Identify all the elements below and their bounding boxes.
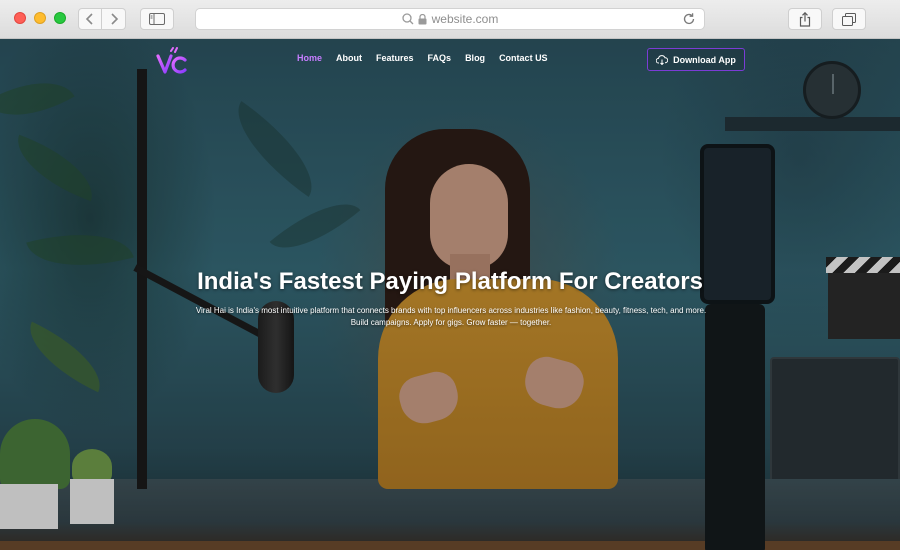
nav-item-home[interactable]: Home: [297, 53, 322, 63]
close-window-button[interactable]: [14, 12, 26, 24]
zoom-window-button[interactable]: [54, 12, 66, 24]
hero-title: India's Fastest Paying Platform For Crea…: [197, 268, 703, 295]
hero-subtitle: Viral Hai is India's most intuitive plat…: [195, 306, 707, 327]
site-logo[interactable]: [155, 47, 189, 77]
share-icon: [799, 11, 811, 27]
back-button[interactable]: [78, 8, 102, 30]
nav-item-blog[interactable]: Blog: [465, 53, 485, 63]
tabs-icon: [842, 12, 856, 26]
download-app-label: Download App: [673, 54, 736, 65]
main-nav: Home About Features FAQs Blog Contact US: [297, 53, 562, 63]
hero-section: Home About Features FAQs Blog Contact US…: [0, 39, 900, 550]
reload-icon[interactable]: [682, 12, 696, 26]
forward-button[interactable]: [102, 8, 126, 30]
sidebar-icon: [149, 13, 165, 25]
nav-item-contact[interactable]: Contact US: [499, 53, 548, 63]
download-app-button[interactable]: Download App: [647, 48, 745, 71]
share-button[interactable]: [788, 8, 822, 30]
nav-item-about[interactable]: About: [336, 53, 362, 63]
nav-item-features[interactable]: Features: [376, 53, 414, 63]
address-bar[interactable]: website.com: [195, 8, 705, 30]
chevron-right-icon: [110, 13, 118, 25]
minimize-window-button[interactable]: [34, 12, 46, 24]
url-text: website.com: [431, 12, 499, 26]
search-icon: [401, 13, 414, 25]
show-tabs-button[interactable]: [832, 8, 866, 30]
nav-item-faqs[interactable]: FAQs: [428, 53, 452, 63]
cloud-download-icon: [656, 54, 669, 65]
browser-toolbar: website.com: [0, 0, 900, 39]
chevron-left-icon: [85, 13, 93, 25]
lock-icon: [418, 13, 427, 24]
sidebar-toggle-button[interactable]: [140, 8, 174, 30]
